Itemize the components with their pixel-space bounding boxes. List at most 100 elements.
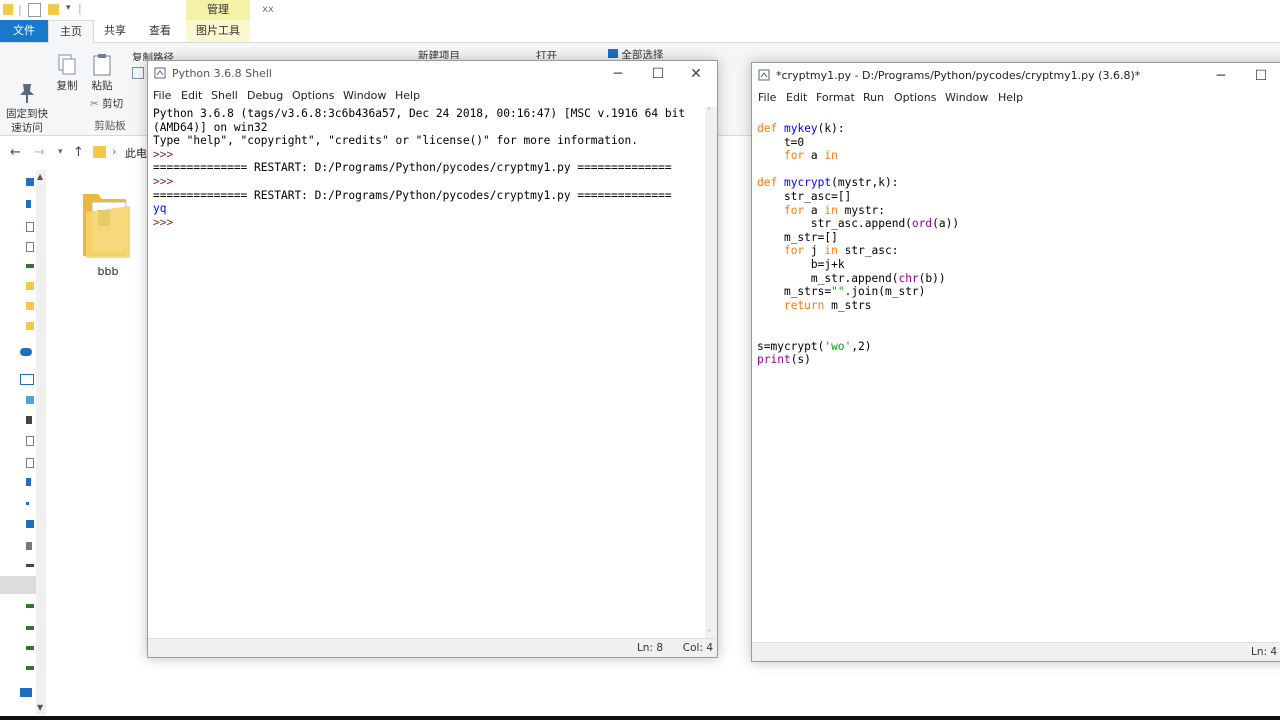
new-folder-icon[interactable] xyxy=(48,4,59,15)
folder-icon[interactable] xyxy=(26,282,34,290)
editor-titlebar[interactable]: *cryptmy1.py - D:/Programs/Python/pycode… xyxy=(752,63,1280,89)
menu-shell[interactable]: Shell xyxy=(211,89,238,102)
address-breadcrumb[interactable]: 此电 xyxy=(125,145,147,161)
drive-icon[interactable] xyxy=(26,626,34,630)
menu-run[interactable]: Run xyxy=(863,91,884,104)
code-line: print(s) xyxy=(757,353,811,367)
tab-home[interactable]: 主页 xyxy=(48,20,94,43)
drive-icon[interactable] xyxy=(26,666,34,670)
back-arrow-icon[interactable]: ← xyxy=(10,145,21,160)
drive-icon[interactable] xyxy=(26,542,32,550)
scroll-up-icon[interactable]: ▲ xyxy=(37,172,43,181)
customize-qat-icon[interactable]: ▾ xyxy=(66,3,71,13)
code-line: m_str=[] xyxy=(757,230,838,244)
status-column: Col: 4 xyxy=(682,642,713,654)
shell-titlebar[interactable]: Python 3.6.8 Shell ─ ☐ ✕ xyxy=(148,61,717,87)
network-icon[interactable] xyxy=(20,688,32,697)
onedrive-icon[interactable] xyxy=(20,348,32,356)
minimize-button[interactable]: ─ xyxy=(599,63,637,85)
drive-icon[interactable] xyxy=(26,646,34,650)
folder-icon[interactable] xyxy=(26,322,34,330)
paste-button[interactable]: 粘贴 xyxy=(88,53,116,93)
tab-file[interactable]: 文件 xyxy=(0,20,48,42)
properties-icon[interactable] xyxy=(28,3,41,17)
menu-help[interactable]: Help xyxy=(395,89,420,102)
recent-locations-icon[interactable]: ▾ xyxy=(58,147,63,157)
nav-selected-item[interactable] xyxy=(0,576,36,594)
menu-help[interactable]: Help xyxy=(998,91,1023,104)
menu-format[interactable]: Format xyxy=(816,91,855,104)
desktop-icon[interactable] xyxy=(26,520,34,528)
up-arrow-icon[interactable]: ↑ xyxy=(73,145,84,160)
download-icon[interactable] xyxy=(26,200,31,208)
tab-picture-tools[interactable]: 图片工具 xyxy=(186,20,250,42)
code-line: for a in xyxy=(783,149,838,163)
status-line: Ln: 4 xyxy=(1251,646,1278,658)
tab-share[interactable]: 共享 xyxy=(96,20,134,42)
copy-button[interactable]: 复制 xyxy=(54,53,80,93)
menu-file[interactable]: File xyxy=(758,91,776,104)
nav-pane-scrollbar[interactable]: ▲ ▼ xyxy=(36,170,46,715)
menu-edit[interactable]: Edit xyxy=(786,91,807,104)
folder-icon[interactable] xyxy=(26,302,34,310)
menu-window[interactable]: Window xyxy=(343,89,386,102)
editor-menubar: File Edit Format Run Options Window Help xyxy=(752,89,1280,109)
code-line: str_asc.append(ord(a)) xyxy=(757,217,960,231)
editor-text-area[interactable]: def mykey(k): t=0 for a in def mycrypt(m… xyxy=(752,109,1280,642)
menu-options[interactable]: Options xyxy=(894,91,936,104)
document-icon[interactable] xyxy=(26,222,34,232)
this-pc-icon[interactable] xyxy=(20,374,34,385)
select-all-button[interactable]: 全部选择 xyxy=(608,48,678,59)
scroll-down-icon[interactable]: ▼ xyxy=(37,703,43,712)
document-icon[interactable] xyxy=(26,458,34,468)
shell-restart-line: ============== RESTART: D:/Programs/Pyth… xyxy=(153,188,672,202)
shell-scrollbar[interactable]: ˄ ˅ xyxy=(705,107,717,638)
drive-icon[interactable] xyxy=(26,564,34,567)
pin-label: 固定到快 速访问 xyxy=(6,108,48,134)
forward-arrow-icon[interactable]: → xyxy=(34,145,45,160)
idle-icon xyxy=(154,67,166,79)
folder-icon xyxy=(83,194,130,258)
open-button[interactable]: 打开 xyxy=(536,49,586,59)
tab-view[interactable]: 查看 xyxy=(141,20,179,42)
music-icon[interactable] xyxy=(26,502,29,505)
menu-edit[interactable]: Edit xyxy=(181,89,202,102)
paste-shortcut-icon[interactable] xyxy=(132,67,144,79)
objects-3d-icon[interactable] xyxy=(26,396,34,404)
picture-icon[interactable] xyxy=(26,436,34,446)
clipboard-icon xyxy=(91,53,113,77)
menu-options[interactable]: Options xyxy=(292,89,334,102)
drive-icon[interactable] xyxy=(26,264,34,268)
scroll-up-icon[interactable]: ˄ xyxy=(707,107,711,116)
code-line: for j in str_asc: xyxy=(783,244,899,258)
breadcrumb-chevron-icon: › xyxy=(112,145,117,158)
context-tab-manage[interactable]: 管理 xyxy=(186,0,250,20)
maximize-button[interactable]: ☐ xyxy=(1242,65,1280,87)
menu-window[interactable]: Window xyxy=(945,91,988,104)
cut-button[interactable]: ✂ 剪切 xyxy=(90,97,130,111)
minimize-button[interactable]: ─ xyxy=(1202,65,1240,87)
menu-debug[interactable]: Debug xyxy=(247,89,283,102)
shell-text-area[interactable]: Python 3.6.8 (tags/v3.6.8:3c6b436a57, De… xyxy=(148,107,703,637)
maximize-button[interactable]: ☐ xyxy=(639,63,677,85)
editor-statusbar: Ln: 4 xyxy=(752,642,1280,661)
menu-file[interactable]: File xyxy=(153,89,171,102)
quick-access-icon[interactable] xyxy=(26,178,34,186)
shell-prompt: >>> xyxy=(153,175,180,188)
close-button[interactable]: ✕ xyxy=(677,63,715,85)
code-line: t=0 xyxy=(757,135,805,149)
video-icon[interactable] xyxy=(26,416,32,424)
folder-icon[interactable] xyxy=(3,4,13,15)
scroll-down-icon[interactable]: ˅ xyxy=(707,629,711,638)
picture-icon[interactable] xyxy=(26,242,34,252)
editor-title: *cryptmy1.py - D:/Programs/Python/pycode… xyxy=(776,69,1141,82)
download-icon[interactable] xyxy=(26,478,31,486)
python-shell-window: Python 3.6.8 Shell ─ ☐ ✕ File Edit Shell… xyxy=(147,60,718,658)
cut-label: 剪切 xyxy=(102,98,124,110)
pin-to-quick-access-button[interactable]: 固定到快 速访问 xyxy=(4,53,50,135)
new-item-button[interactable]: 新建项目 xyxy=(418,49,498,59)
code-line: for a in mystr: xyxy=(783,203,886,217)
drive-icon[interactable] xyxy=(26,604,34,608)
folder-item[interactable]: bbb xyxy=(78,186,138,278)
folder-icon xyxy=(93,146,106,158)
